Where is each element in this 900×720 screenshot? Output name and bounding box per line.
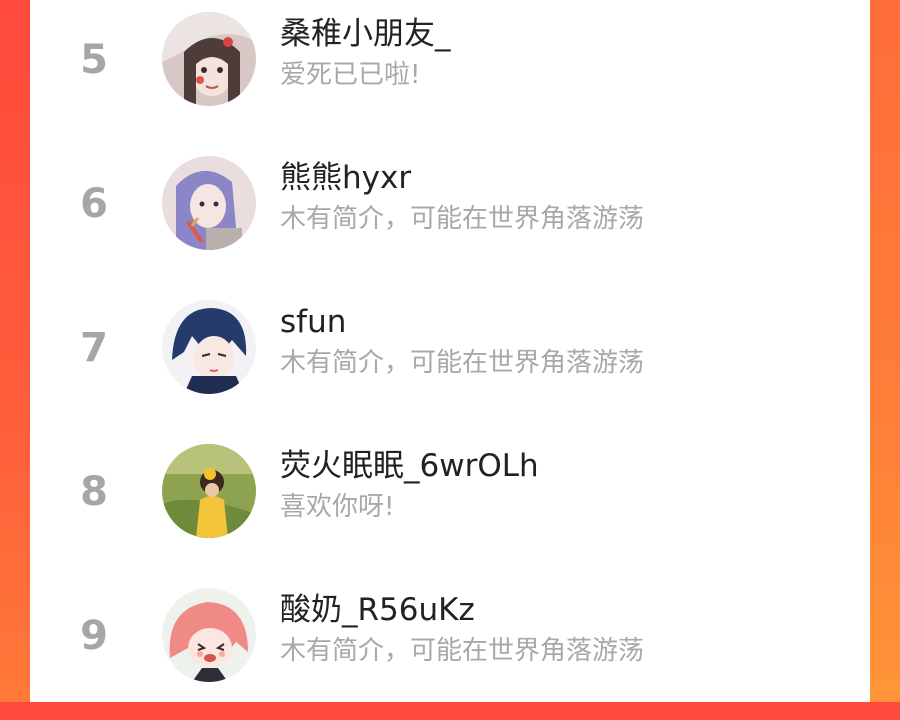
avatar[interactable] <box>162 12 256 106</box>
user-name[interactable]: sfun <box>280 302 346 342</box>
avatar[interactable] <box>162 588 256 682</box>
user-name[interactable]: 酸奶_R56uKz <box>280 590 475 630</box>
user-bio: 喜欢你呀! <box>280 492 395 522</box>
avatar[interactable] <box>162 300 256 394</box>
rank-number: 9 <box>80 613 108 659</box>
avatar-illustration <box>162 300 256 394</box>
avatar-photo <box>162 444 256 538</box>
rank-number: 8 <box>80 469 108 515</box>
ranking-list-item[interactable]: 9 酸奶_R56uKz 木有简介，可能在世界角落游荡 <box>30 576 870 720</box>
avatar-illustration <box>162 588 256 682</box>
rank-number: 6 <box>80 181 108 227</box>
user-name[interactable]: 熊熊hyxr <box>280 158 411 198</box>
user-name[interactable]: 荧火眠眠_6wrOLh <box>280 446 539 486</box>
user-bio: 木有简介，可能在世界角落游荡 <box>280 636 645 666</box>
background-right-edge <box>870 0 900 702</box>
avatar[interactable] <box>162 444 256 538</box>
avatar-illustration <box>162 12 256 106</box>
ranking-list-panel[interactable]: 5 桑稚小朋友_ 爱死已已啦! 6 熊熊hyxr 木有简介，可能在世界角落游荡 … <box>30 0 870 702</box>
ranking-list-item[interactable]: 7 sfun 木有简介，可能在世界角落游荡 <box>30 288 870 432</box>
user-bio: 木有简介，可能在世界角落游荡 <box>280 348 645 378</box>
ranking-list-item[interactable]: 5 桑稚小朋友_ 爱死已已啦! <box>30 0 870 144</box>
ranking-list-item[interactable]: 6 熊熊hyxr 木有简介，可能在世界角落游荡 <box>30 144 870 288</box>
user-name[interactable]: 桑稚小朋友_ <box>280 14 451 54</box>
avatar[interactable] <box>162 156 256 250</box>
rank-number: 5 <box>80 37 108 83</box>
background-left-edge <box>0 0 30 702</box>
avatar-illustration <box>162 156 256 250</box>
rank-number: 7 <box>80 325 108 371</box>
user-bio: 爱死已已啦! <box>280 60 421 90</box>
ranking-list-item[interactable]: 8 荧火眠眠_6wrOLh 喜欢你呀! <box>30 432 870 576</box>
user-bio: 木有简介，可能在世界角落游荡 <box>280 204 645 234</box>
